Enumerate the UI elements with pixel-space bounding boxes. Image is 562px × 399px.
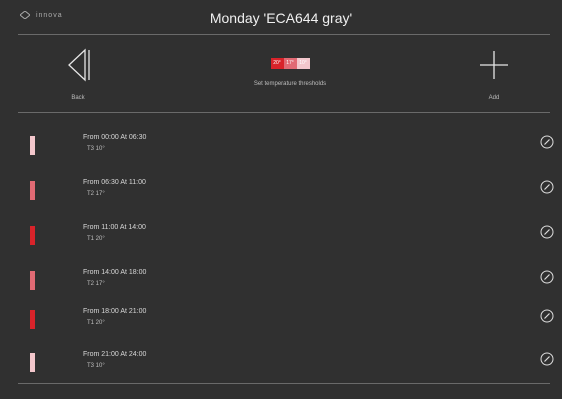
page-title: Monday 'ECA644 gray' xyxy=(209,10,353,26)
time-range: From 21:00 At 24:00 xyxy=(83,351,147,358)
temperature-level: T2 17° xyxy=(87,281,105,287)
header: innova Monday 'ECA644 gray' xyxy=(0,0,562,34)
divider-bottom xyxy=(18,383,550,384)
set-thresholds-button[interactable]: 20° 17° 10° Set temperature thresholds xyxy=(230,48,350,87)
add-label: Add xyxy=(488,95,500,101)
pencil-icon[interactable] xyxy=(540,309,554,323)
time-range: From 14:00 At 18:00 xyxy=(83,269,147,276)
thresholds-label: Set temperature thresholds xyxy=(253,81,327,87)
temperature-bar xyxy=(30,271,35,290)
temperature-level: T3 10° xyxy=(87,146,105,152)
divider-middle xyxy=(18,112,550,113)
pencil-icon[interactable] xyxy=(540,352,554,366)
time-range: From 18:00 At 21:00 xyxy=(83,308,147,315)
schedule-row[interactable]: From 18:00 At 21:00 T1 20° xyxy=(0,298,562,343)
back-icon xyxy=(68,48,90,82)
schedule-row[interactable]: From 06:30 At 11:00 T2 17° xyxy=(0,169,562,214)
schedule-row[interactable]: From 21:00 At 24:00 T3 10° xyxy=(0,341,562,386)
temperature-level: T1 20° xyxy=(87,236,105,242)
temperature-level: T2 17° xyxy=(87,191,105,197)
threshold-chip-t1: 20° xyxy=(270,58,284,69)
temperature-bar xyxy=(30,310,35,329)
threshold-chip-t2: 17° xyxy=(283,58,297,69)
temperature-bar xyxy=(30,136,35,155)
temperature-bar xyxy=(30,353,35,372)
pencil-icon[interactable] xyxy=(540,135,554,149)
add-button[interactable]: Add xyxy=(472,48,516,101)
schedule-row[interactable]: From 11:00 At 14:00 T1 20° xyxy=(0,214,562,259)
pencil-icon[interactable] xyxy=(540,225,554,239)
time-range: From 11:00 At 14:00 xyxy=(83,224,146,231)
temperature-bar xyxy=(30,181,35,200)
temperature-bar xyxy=(30,226,35,245)
threshold-chips: 20° 17° 10° xyxy=(270,58,310,69)
time-range: From 06:30 At 11:00 xyxy=(83,179,146,186)
divider-top xyxy=(18,34,550,35)
pencil-icon[interactable] xyxy=(540,180,554,194)
threshold-chip-t3: 10° xyxy=(296,58,310,69)
temperature-level: T1 20° xyxy=(87,320,105,326)
back-button[interactable]: Back xyxy=(56,48,100,101)
app-window: innova Monday 'ECA644 gray' Back 20° 17°… xyxy=(0,0,562,399)
schedule-row[interactable]: From 00:00 At 06:30 T3 10° xyxy=(0,124,562,169)
back-label: Back xyxy=(71,95,85,101)
temperature-level: T3 10° xyxy=(87,363,105,369)
time-range: From 00:00 At 06:30 xyxy=(83,134,147,141)
plus-icon xyxy=(480,51,508,79)
pencil-icon[interactable] xyxy=(540,270,554,284)
